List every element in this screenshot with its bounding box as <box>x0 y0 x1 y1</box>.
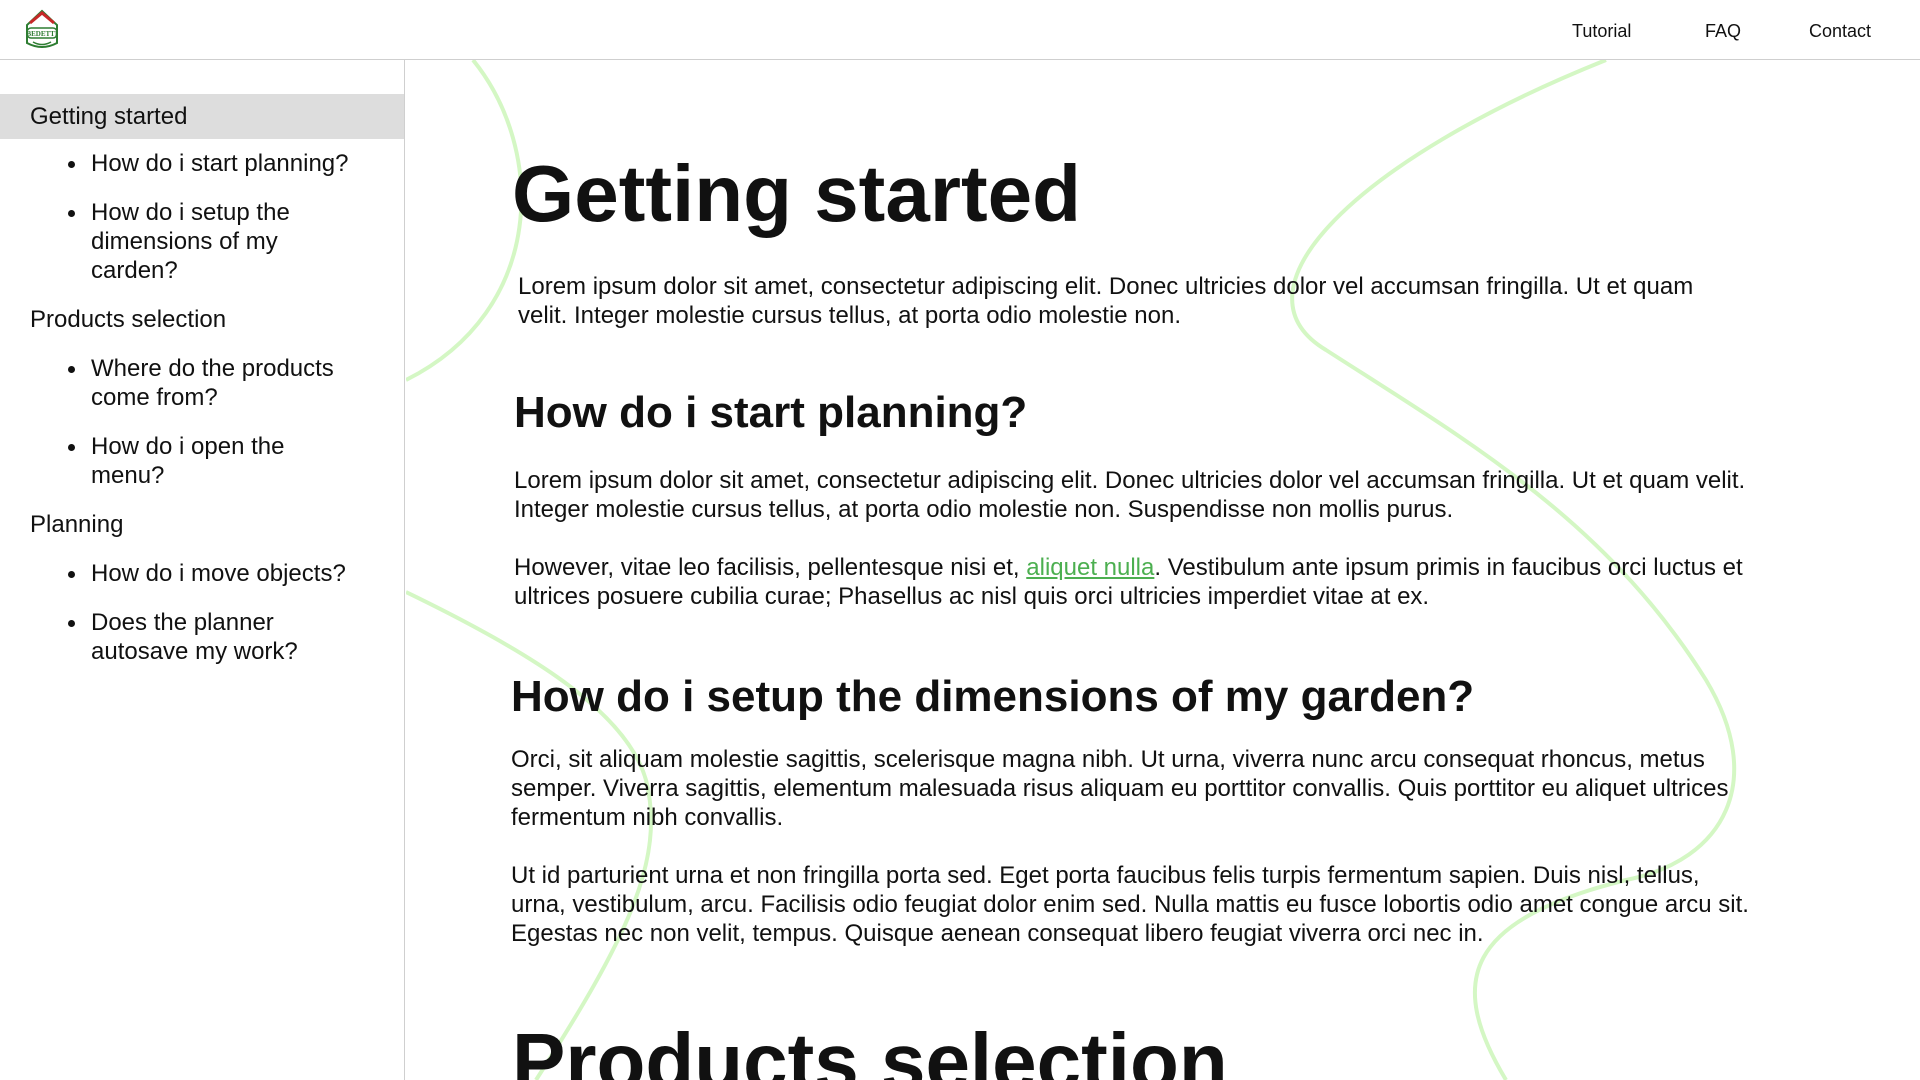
sidebar-item-autosave[interactable]: Does the planner autosave my work? <box>62 608 312 666</box>
sidebar-sublist-planning: How do i move objects? Does the planner … <box>0 559 404 666</box>
brand-logo-text: BEDETTI <box>26 30 57 38</box>
sidebar-sublist-getting-started: How do i start planning? How do i setup … <box>0 149 404 285</box>
nav-tutorial-link[interactable]: Tutorial <box>1572 21 1631 42</box>
paragraph-text: However, vitae leo facilisis, pellentesq… <box>514 554 1027 581</box>
sidebar-toc: Getting started How do i start planning?… <box>0 60 405 1080</box>
section-paragraph: Ut id parturient urna et non fringilla p… <box>511 862 1749 947</box>
aliquet-nulla-link[interactable]: aliquet nulla <box>1026 554 1154 581</box>
section-paragraph: Orci, sit aliquam molestie sagittis, sce… <box>511 746 1729 831</box>
sidebar-section-getting-started[interactable]: Getting started <box>0 94 404 139</box>
sidebar-item-open-menu[interactable]: How do i open the menu? <box>62 432 312 490</box>
section-heading-garden-dimensions: How do i setup the dimensions of my gard… <box>511 672 1475 721</box>
sidebar-item-move-objects[interactable]: How do i move objects? <box>62 559 404 588</box>
intro-paragraph: Lorem ipsum dolor sit amet, consectetur … <box>518 273 1694 329</box>
sidebar-section-planning[interactable]: Planning <box>0 510 404 539</box>
section-heading-start-planning: How do i start planning? <box>514 388 1028 437</box>
main-content: Getting started Lorem ipsum dolor sit am… <box>406 60 1920 1080</box>
section-title-products-selection: Products selection <box>512 1017 1228 1080</box>
section-paragraph-with-link: However, vitae leo facilisis, pellentesq… <box>514 553 1754 611</box>
page-title: Getting started <box>512 149 1081 238</box>
sidebar-section-products-selection[interactable]: Products selection <box>0 305 404 334</box>
section-paragraph: Lorem ipsum dolor sit amet, consectetur … <box>514 467 1746 523</box>
sidebar-sublist-products-selection: Where do the products come from? How do … <box>0 354 404 490</box>
sidebar-item-start-planning[interactable]: How do i start planning? <box>62 149 404 178</box>
brand-logo[interactable]: BEDETTI <box>19 9 65 50</box>
top-bar: BEDETTI Tutorial FAQ Contact <box>0 0 1920 60</box>
sidebar-item-products-origin[interactable]: Where do the products come from? <box>62 354 362 412</box>
sidebar-item-garden-dimensions[interactable]: How do i setup the dimensions of my card… <box>62 198 312 285</box>
nav-contact-link[interactable]: Contact <box>1809 21 1871 42</box>
nav-faq-link[interactable]: FAQ <box>1705 21 1741 42</box>
